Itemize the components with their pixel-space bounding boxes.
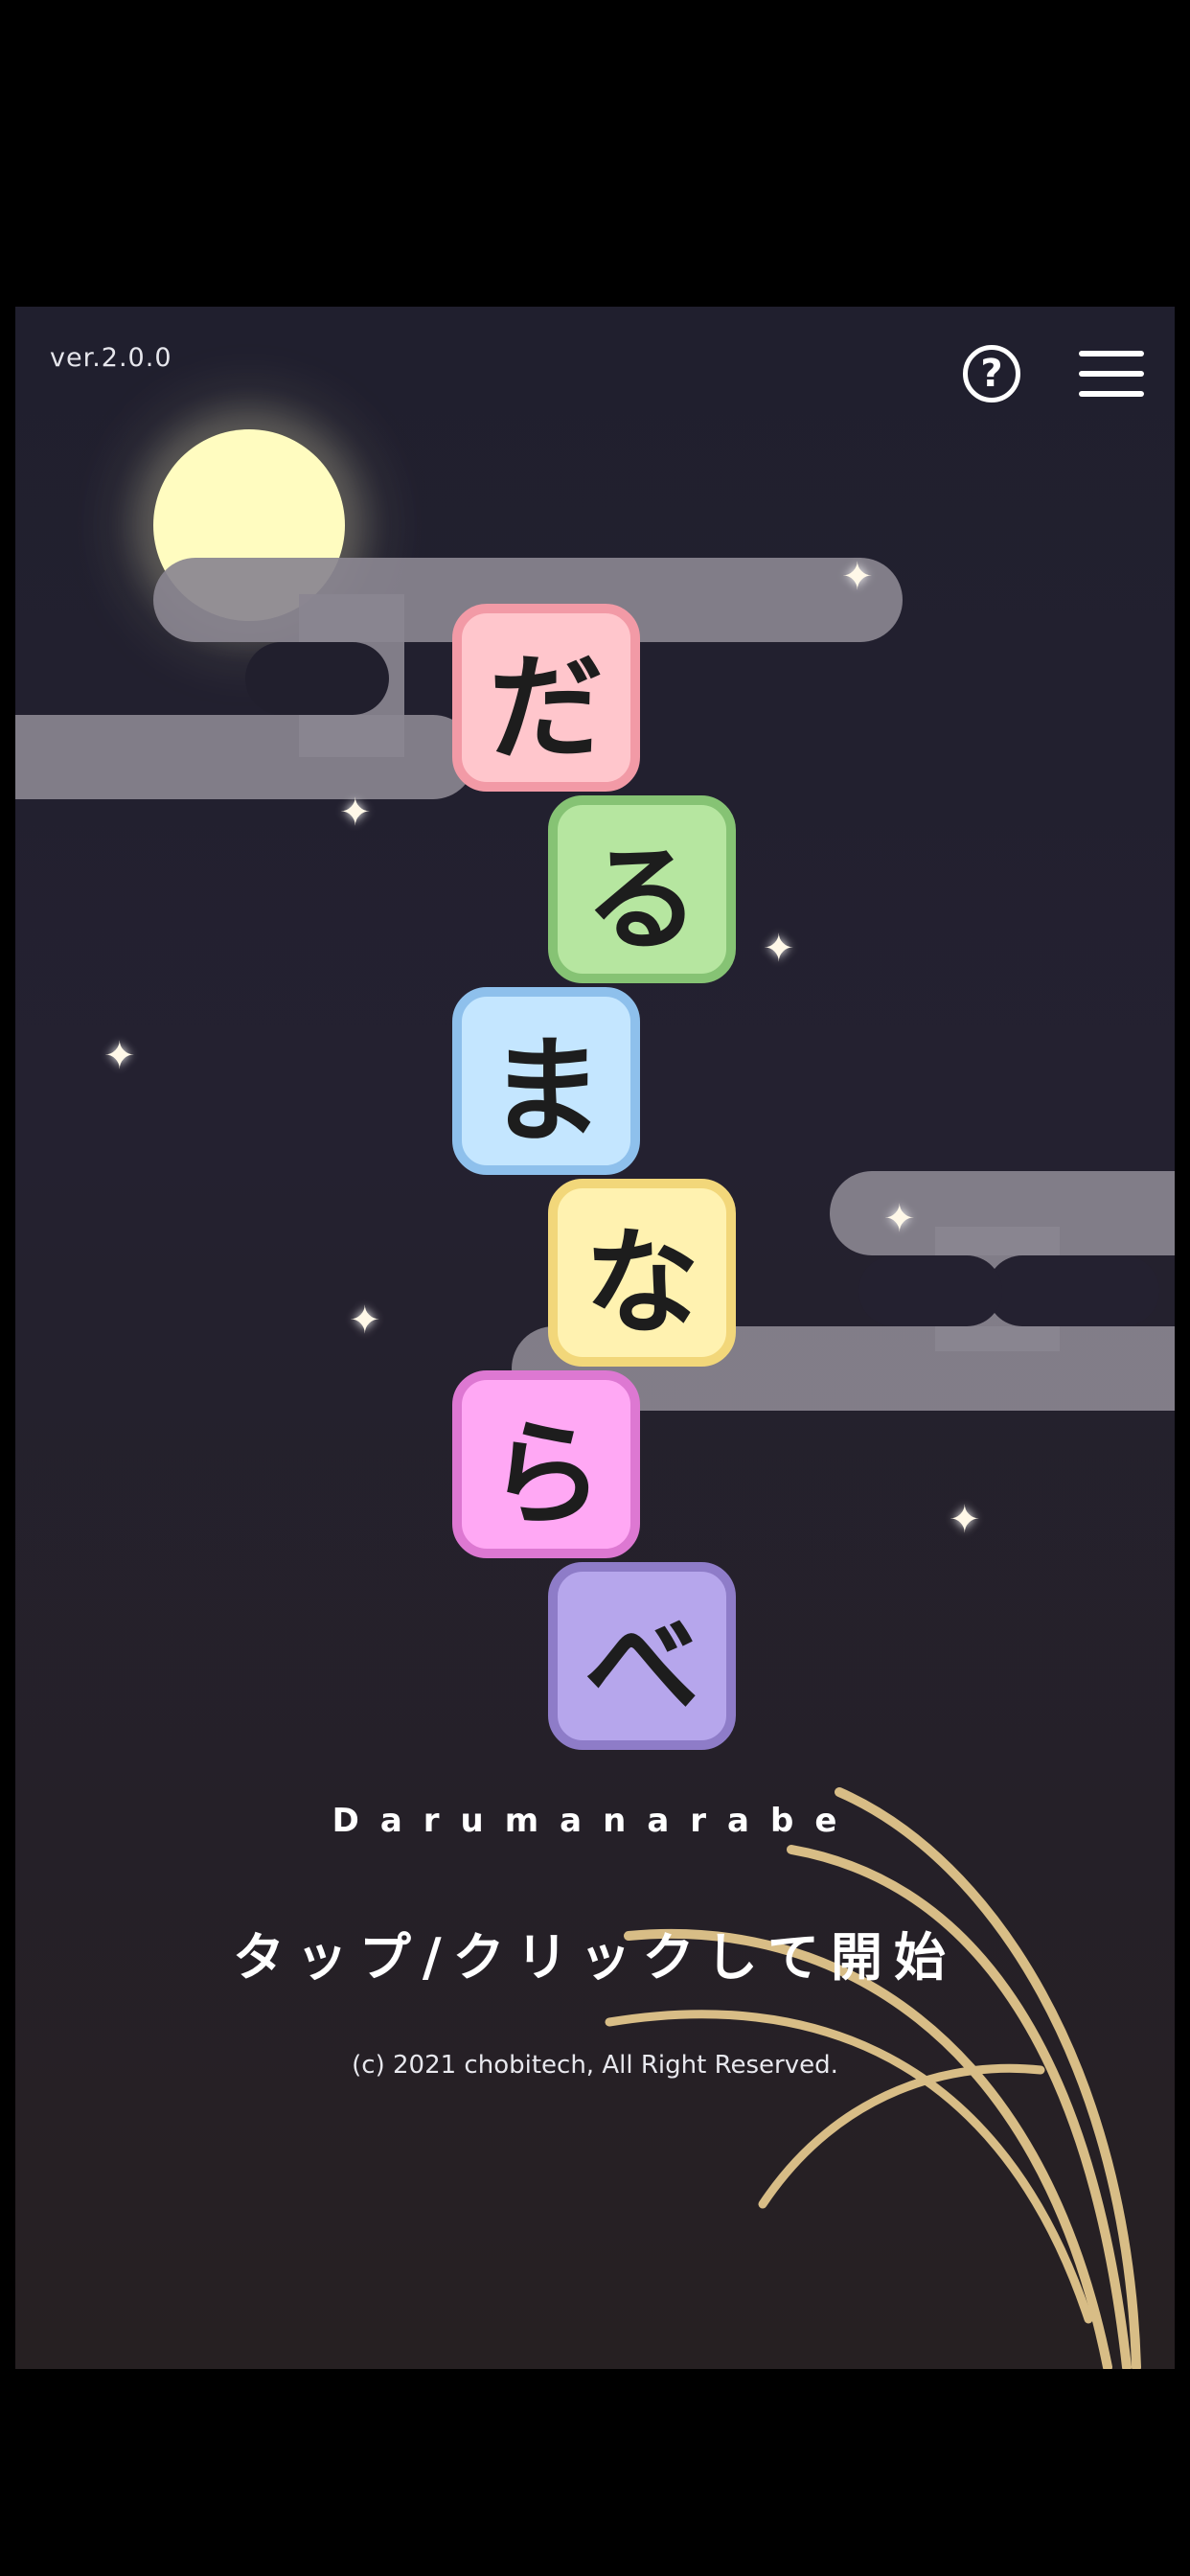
title-tile: べ	[548, 1562, 736, 1750]
sparkle-icon: ✦	[949, 1498, 981, 1542]
title-tile-char: な	[584, 1217, 699, 1350]
title-tile: る	[548, 795, 736, 983]
sparkle-icon: ✦	[349, 1299, 381, 1343]
title-tile-char: だ	[489, 642, 604, 775]
game-screen[interactable]: ver.2.0.0 ? ✦ ✦ ✦ ✦ ✦ ✦ ✦ だ る ま な ら べ Da…	[15, 307, 1175, 2369]
title-tile-char: ま	[489, 1025, 604, 1159]
hamburger-menu-icon[interactable]	[1079, 351, 1144, 399]
title-tile: だ	[452, 604, 640, 792]
sparkle-icon: ✦	[841, 555, 874, 599]
sparkle-icon: ✦	[763, 927, 795, 971]
sparkle-icon: ✦	[103, 1034, 136, 1078]
help-button[interactable]: ?	[963, 345, 1020, 402]
version-label: ver.2.0.0	[50, 343, 172, 373]
help-circle-icon: ?	[980, 352, 1003, 396]
title-tile-char: べ	[584, 1600, 699, 1734]
game-subtitle: Darumanarabe	[332, 1802, 858, 1840]
sparkle-icon: ✦	[883, 1197, 916, 1241]
title-tile-char: る	[584, 834, 699, 967]
title-tile: な	[548, 1179, 736, 1367]
title-tile-char: ら	[489, 1409, 604, 1542]
tap-to-start-prompt[interactable]: タップ/クリックして開始	[15, 1915, 1175, 1990]
copyright-text: (c) 2021 chobitech, All Right Reserved.	[352, 2051, 838, 2080]
title-tile: ら	[452, 1370, 640, 1558]
title-tile: ま	[452, 987, 640, 1175]
sparkle-icon: ✦	[339, 791, 372, 835]
